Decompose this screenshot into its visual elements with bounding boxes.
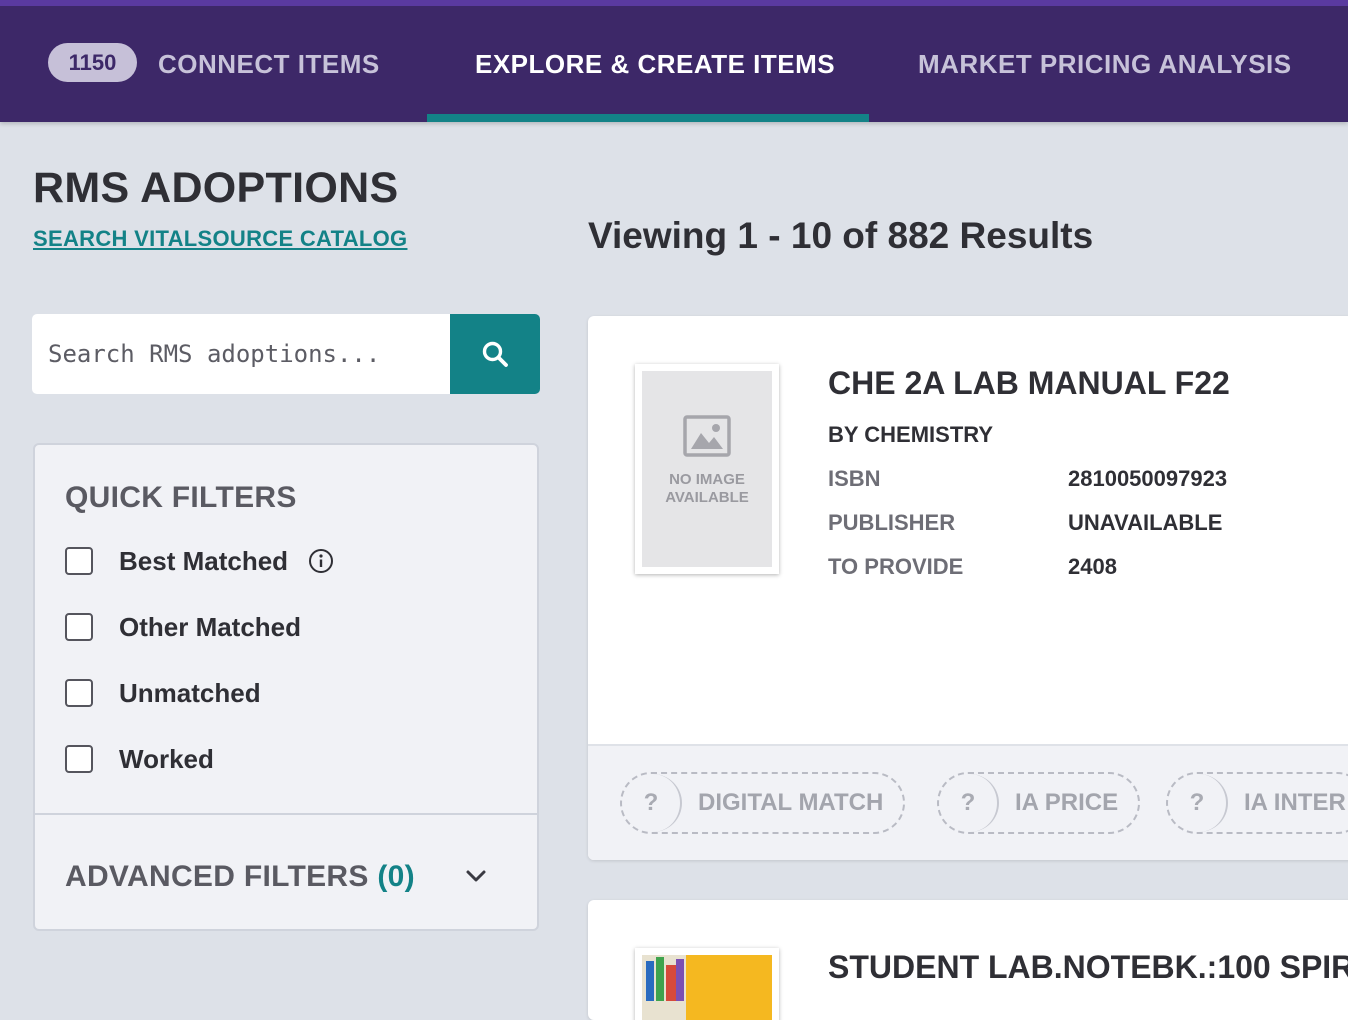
tab-market-pricing-analysis[interactable]: MARKET PRICING ANALYSIS bbox=[918, 44, 1292, 84]
filter-label: Worked bbox=[119, 743, 214, 774]
no-image-text: NO IMAGE AVAILABLE bbox=[665, 471, 749, 506]
filter-best-matched[interactable]: Best Matched bbox=[65, 545, 334, 577]
search-vitalsource-catalog-link[interactable]: SEARCH VITALSOURCE CATALOG bbox=[33, 226, 407, 252]
quick-filters-heading: QUICK FILTERS bbox=[65, 481, 297, 514]
page-title: RMS ADOPTIONS bbox=[33, 164, 399, 212]
filter-label: Other Matched bbox=[119, 611, 302, 642]
advanced-filters-count: (0) bbox=[377, 860, 415, 893]
filter-other-matched[interactable]: Other Matched bbox=[65, 611, 301, 643]
result-card[interactable]: STUDENT LAB.NOTEBK.:100 SPIR bbox=[588, 900, 1348, 1020]
publisher-label: PUBLISHER bbox=[828, 510, 956, 535]
status-digital-match[interactable]: ? DIGITAL MATCH bbox=[620, 772, 906, 834]
result-card[interactable]: NO IMAGE AVAILABLE CHE 2A LAB MANUAL F22… bbox=[588, 316, 1348, 860]
filter-label: Best Matched bbox=[119, 545, 289, 576]
no-image-placeholder: NO IMAGE AVAILABLE bbox=[642, 371, 772, 567]
filter-worked[interactable]: Worked bbox=[65, 743, 214, 775]
best-matched-checkbox[interactable] bbox=[65, 547, 93, 575]
status-ia-inter[interactable]: ? IA INTER bbox=[1166, 772, 1348, 834]
chevron-down-icon[interactable] bbox=[463, 863, 489, 889]
unknown-status-icon: ? bbox=[939, 774, 999, 832]
info-icon[interactable] bbox=[308, 548, 334, 574]
publisher-value: UNAVAILABLE bbox=[1068, 510, 1223, 535]
unknown-status-icon: ? bbox=[1168, 774, 1228, 832]
filter-unmatched[interactable]: Unmatched bbox=[65, 677, 261, 709]
isbn-label: ISBN bbox=[828, 466, 881, 491]
search-bar bbox=[32, 314, 540, 394]
connect-items-count-badge: 1150 bbox=[48, 43, 137, 82]
filter-label: Unmatched bbox=[119, 677, 261, 708]
filters-panel: QUICK FILTERS Best Matched Other Matched… bbox=[33, 443, 539, 931]
to-provide-label: TO PROVIDE bbox=[828, 554, 964, 579]
search-input[interactable] bbox=[32, 314, 450, 394]
filters-divider bbox=[35, 813, 537, 815]
status-ia-price[interactable]: ? IA PRICE bbox=[937, 772, 1141, 834]
search-icon bbox=[482, 341, 508, 367]
item-author: BY CHEMISTRY bbox=[828, 422, 994, 447]
advanced-filters-toggle[interactable]: ADVANCED FILTERS (0) bbox=[65, 857, 415, 897]
unmatched-checkbox[interactable] bbox=[65, 679, 93, 707]
to-provide-value: 2408 bbox=[1068, 554, 1117, 579]
image-placeholder-icon bbox=[683, 415, 731, 457]
tab-explore-create-items[interactable]: EXPLORE & CREATE ITEMS bbox=[475, 44, 835, 84]
top-nav: 1150 CONNECT ITEMS EXPLORE & CREATE ITEM… bbox=[0, 0, 1348, 122]
item-cover bbox=[635, 948, 779, 1020]
item-title[interactable]: STUDENT LAB.NOTEBK.:100 SPIR bbox=[828, 946, 1348, 988]
active-tab-indicator bbox=[427, 114, 869, 122]
other-matched-checkbox[interactable] bbox=[65, 613, 93, 641]
worked-checkbox[interactable] bbox=[65, 745, 93, 773]
status-label: IA PRICE bbox=[1015, 789, 1119, 816]
tab-connect-items[interactable]: CONNECT ITEMS bbox=[158, 44, 380, 84]
item-cover: NO IMAGE AVAILABLE bbox=[635, 364, 779, 574]
isbn-value: 2810050097923 bbox=[1068, 466, 1228, 491]
top-stripe bbox=[0, 0, 1348, 6]
status-label: IA INTER bbox=[1244, 789, 1346, 816]
item-title[interactable]: CHE 2A LAB MANUAL F22 bbox=[828, 362, 1230, 404]
status-label: DIGITAL MATCH bbox=[698, 789, 884, 816]
unknown-status-icon: ? bbox=[622, 774, 682, 832]
advanced-filters-label: ADVANCED FILTERS bbox=[65, 860, 369, 893]
results-count: Viewing 1 - 10 of 882 Results bbox=[588, 215, 1094, 256]
status-bar: ? DIGITAL MATCH ? IA PRICE ? IA INTER bbox=[588, 744, 1348, 860]
search-button[interactable] bbox=[450, 314, 540, 394]
